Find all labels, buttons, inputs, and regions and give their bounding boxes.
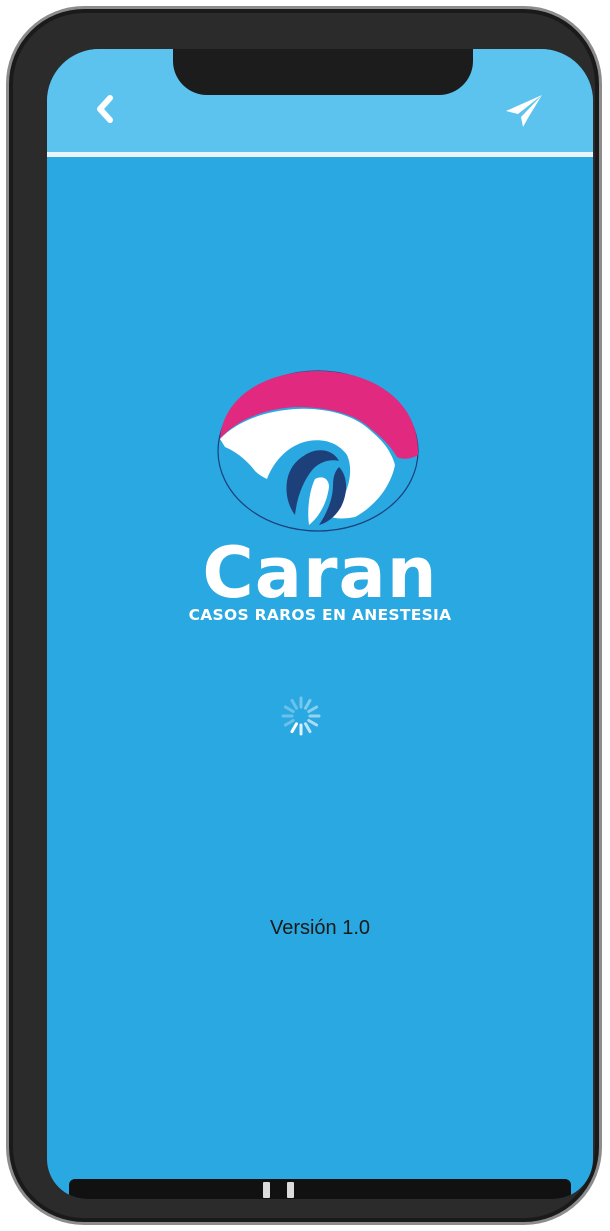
chevron-left-icon: [97, 95, 113, 123]
version-label: Versión 1.0: [269, 917, 371, 939]
back-button[interactable]: [87, 91, 123, 127]
app-logo-wordmark: Caran: [202, 532, 438, 614]
tab-bar-glyph: [287, 1182, 294, 1198]
caran-logo-icon: [217, 370, 419, 532]
send-button[interactable]: [502, 89, 546, 133]
phone-frame: Caran CASOS RAROS EN ANESTESIA Versión 1…: [6, 6, 602, 1225]
app-logo-tagline: CASOS RAROS EN ANESTESIA: [188, 606, 452, 624]
device-notch: [173, 49, 473, 95]
paper-plane-icon: [506, 95, 542, 127]
spinner-icon: [281, 696, 321, 736]
app-screen: Caran CASOS RAROS EN ANESTESIA Versión 1…: [47, 49, 593, 1199]
bottom-tab-bar: [69, 1179, 571, 1199]
top-navigation-bar: [47, 49, 593, 157]
tab-bar-glyph: [263, 1182, 270, 1198]
